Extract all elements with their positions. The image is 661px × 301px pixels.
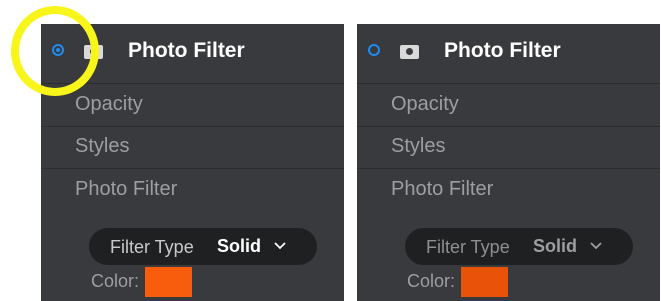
menu-item-label: Opacity xyxy=(75,93,143,115)
radio-button-icon[interactable] xyxy=(368,44,380,56)
filter-type-value: Solid xyxy=(217,236,261,256)
chevron-down-icon xyxy=(589,239,603,253)
menu-item-opacity[interactable]: Opacity xyxy=(357,83,660,127)
filter-type-dropdown[interactable]: Filter Type Solid xyxy=(89,228,317,265)
menu-item-label: Photo Filter xyxy=(75,178,178,200)
radio-button-icon[interactable] xyxy=(52,44,64,56)
menu-item-photo-filter[interactable]: Photo Filter xyxy=(357,169,660,211)
color-swatch[interactable] xyxy=(145,267,192,297)
panel-title: Photo Filter xyxy=(128,39,245,62)
filter-type-value: Solid xyxy=(533,236,577,256)
menu-item-styles[interactable]: Styles xyxy=(357,126,660,169)
menu-item-styles[interactable]: Styles xyxy=(41,126,344,169)
color-label: Color: xyxy=(91,271,140,291)
color-label: Color: xyxy=(407,271,456,291)
camera-lens xyxy=(406,48,413,55)
photo-filter-panel-right: Photo Filter Opacity Styles Photo Filter… xyxy=(357,24,660,301)
filter-type-dropdown[interactable]: Filter Type Solid xyxy=(405,228,633,265)
menu-item-label: Opacity xyxy=(391,93,459,115)
radio-selected-dot xyxy=(56,48,60,52)
camera-lens xyxy=(90,48,97,55)
menu-item-photo-filter[interactable]: Photo Filter xyxy=(41,169,344,211)
camera-icon xyxy=(84,45,103,59)
chevron-down-icon xyxy=(273,239,287,253)
menu-item-opacity[interactable]: Opacity xyxy=(41,83,344,127)
photo-filter-panel-left: Photo Filter Opacity Styles Photo Filter… xyxy=(41,24,344,301)
filter-type-label: Filter Type xyxy=(110,237,194,257)
menu-item-label: Styles xyxy=(391,135,446,157)
color-swatch[interactable] xyxy=(461,267,508,297)
camera-icon xyxy=(400,45,419,59)
menu-item-label: Styles xyxy=(75,135,130,157)
panel-header: Photo Filter xyxy=(357,24,660,82)
panel-header: Photo Filter xyxy=(41,24,344,82)
panel-title: Photo Filter xyxy=(444,39,561,62)
menu-item-label: Photo Filter xyxy=(391,178,494,200)
filter-type-label: Filter Type xyxy=(426,237,510,257)
